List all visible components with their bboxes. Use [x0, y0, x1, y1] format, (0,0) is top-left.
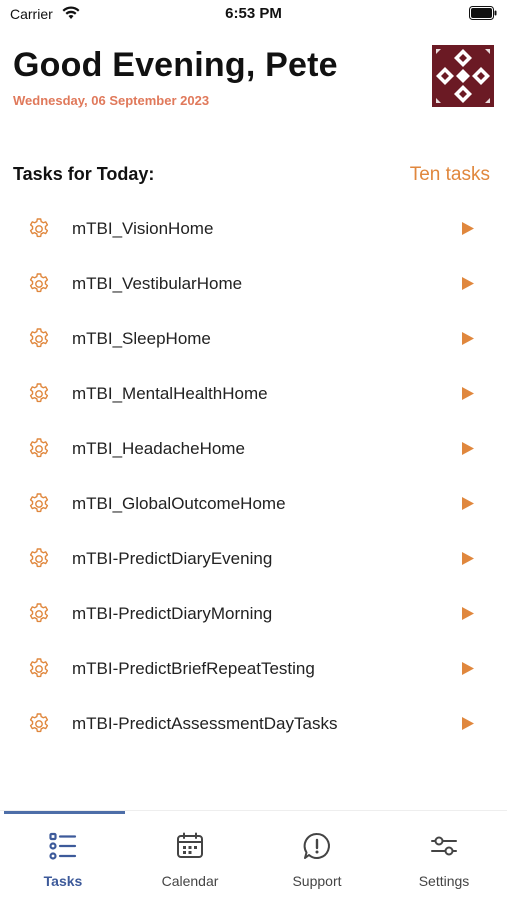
- task-row[interactable]: mTBI_GlobalOutcomeHome: [0, 477, 507, 532]
- greeting-title: Good Evening, Pete: [13, 46, 338, 84]
- task-row[interactable]: mTBI_HeadacheHome: [0, 422, 507, 477]
- task-row[interactable]: mTBI-PredictBriefRepeatTesting: [0, 642, 507, 697]
- status-bar: Carrier 6:53 PM: [0, 0, 507, 30]
- avatar[interactable]: [432, 45, 494, 107]
- play-arrow-icon: [462, 442, 474, 455]
- support-icon: [303, 832, 330, 859]
- task-label: mTBI-PredictBriefRepeatTesting: [72, 659, 315, 678]
- tab-tasks[interactable]: Tasks: [0, 811, 126, 901]
- gear-icon: [29, 273, 49, 293]
- gear-icon: [29, 328, 49, 348]
- task-list: mTBI_VisionHome mTBI_VestibularHome mTBI…: [0, 202, 507, 752]
- gear-icon: [29, 603, 49, 623]
- play-arrow-icon: [462, 662, 474, 675]
- status-time: 6:53 PM: [225, 5, 282, 22]
- task-label: mTBI_HeadacheHome: [72, 439, 245, 458]
- gear-icon: [29, 218, 49, 238]
- task-label: mTBI_VisionHome: [72, 219, 214, 238]
- task-label: mTBI-PredictDiaryMorning: [72, 604, 273, 623]
- task-label: mTBI_VestibularHome: [72, 274, 243, 293]
- task-row[interactable]: mTBI_VestibularHome: [0, 257, 507, 312]
- play-arrow-icon: [462, 497, 474, 510]
- tab-tasks-label: Tasks: [43, 873, 83, 889]
- tasks-section-title: Tasks for Today:: [13, 164, 155, 184]
- play-arrow-icon: [462, 717, 474, 730]
- tab-bar: Tasks Calendar Support Settings: [0, 810, 507, 901]
- task-label: mTBI_GlobalOutcomeHome: [72, 494, 286, 513]
- tab-support-label: Support: [292, 873, 342, 889]
- task-label: mTBI_SleepHome: [72, 329, 211, 348]
- tab-settings[interactable]: Settings: [381, 811, 507, 901]
- gear-icon: [29, 548, 49, 568]
- play-arrow-icon: [462, 277, 474, 290]
- tab-support[interactable]: Support: [254, 811, 380, 901]
- task-row[interactable]: mTBI-PredictAssessmentDayTasks: [0, 697, 507, 752]
- gear-icon: [29, 383, 49, 403]
- play-arrow-icon: [462, 552, 474, 565]
- task-row[interactable]: mTBI_MentalHealthHome: [0, 367, 507, 422]
- gear-icon: [29, 713, 49, 733]
- settings-sliders-icon: [431, 836, 457, 856]
- play-arrow-icon: [462, 332, 474, 345]
- tasks-list-icon: [49, 832, 77, 860]
- task-row[interactable]: mTBI_SleepHome: [0, 312, 507, 367]
- task-row[interactable]: mTBI_VisionHome: [0, 202, 507, 257]
- tab-calendar-label: Calendar: [161, 873, 219, 889]
- gear-icon: [29, 438, 49, 458]
- play-arrow-icon: [462, 387, 474, 400]
- task-label: mTBI_MentalHealthHome: [72, 384, 268, 403]
- calendar-icon: [177, 832, 203, 858]
- tab-calendar[interactable]: Calendar: [127, 811, 253, 901]
- tab-settings-label: Settings: [418, 873, 470, 889]
- task-label: mTBI-PredictAssessmentDayTasks: [72, 714, 338, 733]
- gear-icon: [29, 658, 49, 678]
- task-count-label: Ten tasks: [409, 164, 490, 185]
- gear-icon: [29, 493, 49, 513]
- task-row[interactable]: mTBI-PredictDiaryMorning: [0, 587, 507, 642]
- play-arrow-icon: [462, 222, 474, 235]
- play-arrow-icon: [462, 607, 474, 620]
- task-row[interactable]: mTBI-PredictDiaryEvening: [0, 532, 507, 587]
- battery-icon: [469, 6, 497, 20]
- task-label: mTBI-PredictDiaryEvening: [72, 549, 273, 568]
- current-date: Wednesday, 06 September 2023: [13, 93, 210, 108]
